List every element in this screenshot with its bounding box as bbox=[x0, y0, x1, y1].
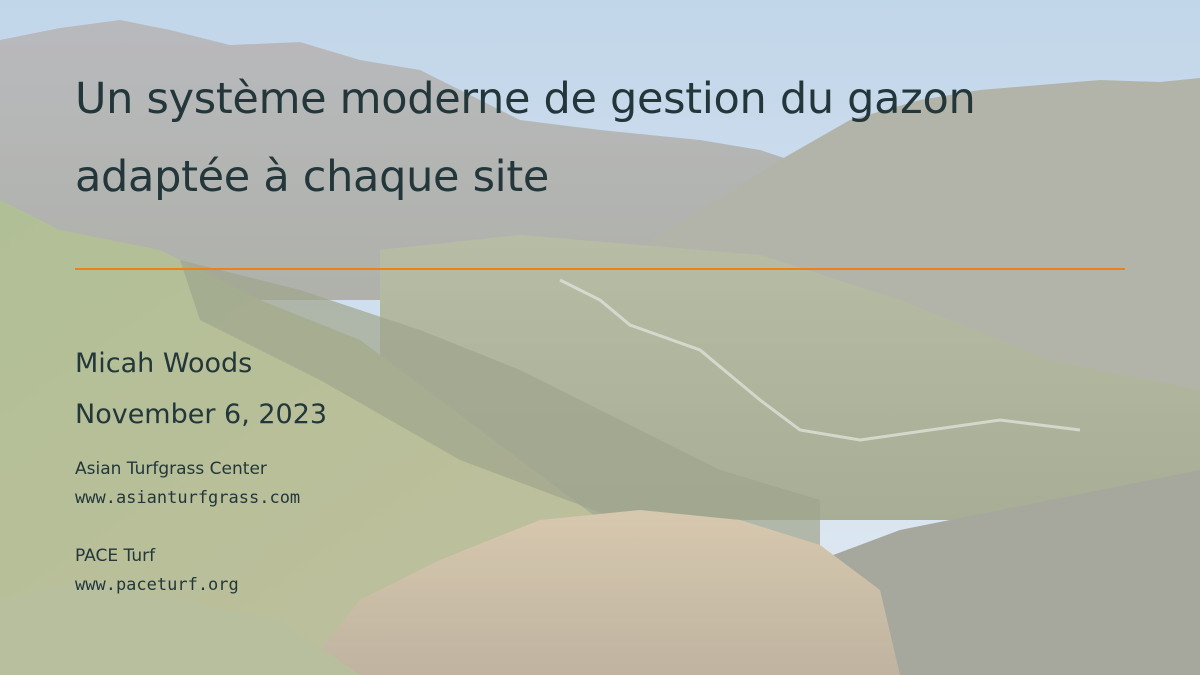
presentation-date: November 6, 2023 bbox=[75, 399, 328, 430]
slide-title-line-2: adaptée à chaque site bbox=[75, 152, 550, 202]
title-divider bbox=[75, 268, 1125, 270]
author-name: Micah Woods bbox=[75, 348, 253, 379]
affiliation-name: PACE Turf bbox=[75, 546, 156, 566]
slide-title: Un système moderne de gestion du gazon a… bbox=[75, 60, 1135, 216]
affiliation-url: www.paceturf.org bbox=[75, 575, 239, 595]
title-slide: Un système moderne de gestion du gazon a… bbox=[0, 0, 1200, 675]
affiliation-url: www.asianturfgrass.com bbox=[75, 488, 301, 508]
slide-title-line-1: Un système moderne de gestion du gazon bbox=[75, 74, 976, 124]
affiliation-name: Asian Turfgrass Center bbox=[75, 459, 267, 479]
